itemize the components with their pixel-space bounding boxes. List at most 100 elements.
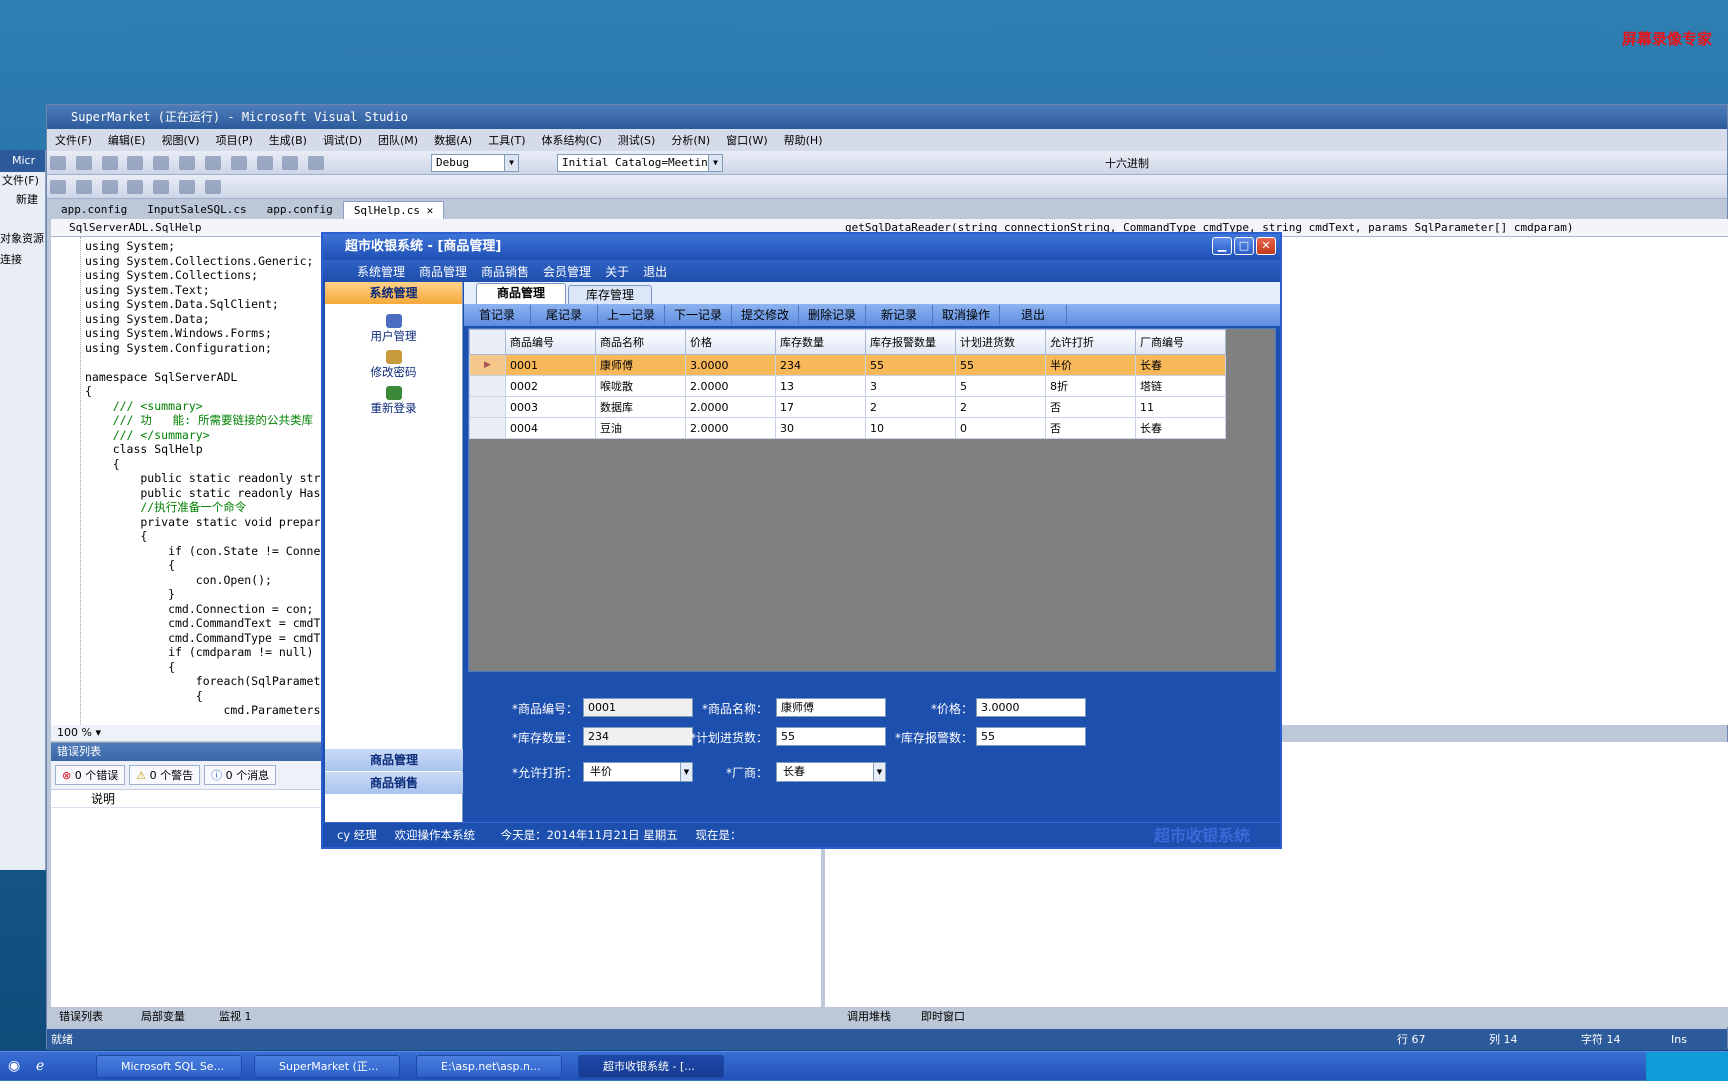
sidebar-header-sales[interactable]: 商品销售 — [325, 772, 463, 794]
class-nav-combo[interactable]: SqlServerADL.SqlHelp — [69, 219, 201, 237]
undo-icon[interactable] — [256, 156, 273, 170]
col-plan-qty[interactable]: 计划进货数 — [955, 329, 1046, 355]
prev-record-button[interactable]: 上一记录 — [598, 305, 665, 325]
vs-menu-view[interactable]: 视图(V) — [161, 132, 199, 148]
outdent-icon[interactable] — [204, 180, 221, 194]
warnings-filter-button[interactable]: ⚠ 0 个警告 — [129, 765, 201, 785]
table-cell[interactable]: 3 — [865, 375, 956, 397]
tab-error-list[interactable]: 错误列表 — [59, 1007, 103, 1027]
menu-sales[interactable]: 商品销售 — [481, 263, 529, 280]
vs-menu-file[interactable]: 文件(F) — [55, 132, 92, 148]
redo-icon[interactable] — [282, 156, 299, 170]
table-cell[interactable]: 数据库 — [595, 396, 686, 418]
toolbar-icon[interactable] — [75, 180, 92, 194]
vs-menu-build[interactable]: 生成(B) — [269, 132, 307, 148]
first-record-button[interactable]: 首记录 — [464, 305, 531, 325]
table-cell[interactable]: 长春 — [1135, 354, 1226, 376]
table-row[interactable]: 0003 数据库 2.0000 17 2 2 否 11 — [469, 396, 1226, 418]
vs-menu-data[interactable]: 数据(A) — [434, 132, 472, 148]
toolbar-icon[interactable] — [50, 180, 66, 194]
start-debug-icon[interactable] — [308, 156, 325, 170]
table-row[interactable]: ▶ 0001 康师傅 3.0000 234 55 55 半价 长春 — [469, 354, 1226, 376]
table-cell[interactable]: 2 — [955, 396, 1046, 418]
vs-menu-analyze[interactable]: 分析(N) — [671, 132, 710, 148]
tab-call-stack[interactable]: 调用堆栈 — [847, 1007, 891, 1027]
sidebar-item-relogin[interactable]: 重新登录 — [325, 386, 462, 416]
table-cell[interactable]: 30 — [775, 417, 866, 439]
next-record-button[interactable]: 下一记录 — [665, 305, 732, 325]
table-cell[interactable]: 康师傅 — [595, 354, 686, 376]
cut-icon[interactable] — [179, 156, 196, 170]
table-cell[interactable]: 2.0000 — [685, 417, 776, 439]
vs-menu-help[interactable]: 帮助(H) — [784, 132, 823, 148]
row-header[interactable] — [469, 417, 506, 439]
save-all-icon[interactable] — [153, 156, 170, 170]
col-vendor[interactable]: 厂商编号 — [1135, 329, 1226, 355]
vs-menu-team[interactable]: 团队(M) — [378, 132, 418, 148]
sql-server-window[interactable]: Micr 文件(F) 新建 对象资源 连接 — [0, 150, 46, 870]
sidebar-item-users[interactable]: 用户管理 — [325, 314, 462, 344]
row-selector-icon[interactable]: ▶ — [469, 354, 506, 376]
task-supermarket[interactable]: 超市收银系统 - [... — [578, 1055, 724, 1078]
task-sql-server[interactable]: Microsoft SQL Se... — [96, 1055, 242, 1078]
vs-menu-architecture[interactable]: 体系结构(C) — [542, 132, 602, 148]
table-row[interactable]: 0004 豆油 2.0000 30 10 0 否 长春 — [469, 417, 1226, 439]
sql-new-button[interactable]: 新建 — [0, 190, 45, 210]
tab-sqlhelp[interactable]: SqlHelp.cs ✕ — [342, 201, 445, 219]
maximize-button[interactable]: □ — [1234, 237, 1254, 255]
table-cell[interactable]: 55 — [955, 354, 1046, 376]
vendor-select[interactable]: 长春 ▼ — [776, 762, 886, 782]
exit-button[interactable]: 退出 — [1000, 305, 1067, 325]
connection-combo[interactable]: Initial Catalog=Meeting ▼ — [557, 154, 723, 172]
task-explorer[interactable]: E:\asp.net\asp.n... — [416, 1055, 562, 1078]
menu-goods[interactable]: 商品管理 — [419, 263, 467, 280]
table-cell[interactable]: 2.0000 — [685, 396, 776, 418]
price-field[interactable]: 3.0000 — [976, 698, 1086, 717]
open-file-icon[interactable] — [101, 156, 118, 170]
messages-filter-button[interactable]: ⓘ 0 个消息 — [204, 765, 277, 785]
goods-grid[interactable]: 商品编号 商品名称 价格 库存数量 库存报警数量 计划进货数 允许打折 厂商编号… — [468, 328, 1276, 672]
task-visual-studio[interactable]: SuperMarket (正... — [254, 1055, 400, 1078]
table-cell[interactable]: 10 — [865, 417, 956, 439]
table-cell[interactable]: 0001 — [505, 354, 596, 376]
cancel-button[interactable]: 取消操作 — [933, 305, 1000, 325]
toolbar-icon[interactable] — [127, 180, 144, 194]
paste-icon[interactable] — [230, 156, 247, 170]
sql-file-menu[interactable]: 文件(F) — [0, 172, 45, 190]
table-cell[interactable]: 0 — [955, 417, 1046, 439]
new-project-icon[interactable] — [50, 156, 66, 170]
new-record-button[interactable]: 新记录 — [866, 305, 933, 325]
table-cell[interactable]: 3.0000 — [685, 354, 776, 376]
table-cell[interactable]: 5 — [955, 375, 1046, 397]
minimize-button[interactable]: ▁ — [1212, 237, 1232, 255]
tab-goods-management[interactable]: 商品管理 — [476, 283, 566, 304]
table-cell[interactable]: 0003 — [505, 396, 596, 418]
tab-app-config-2[interactable]: app.config — [257, 201, 343, 219]
vs-menu-test[interactable]: 测试(S) — [618, 132, 656, 148]
toolbar-icon[interactable] — [153, 180, 170, 194]
col-discount[interactable]: 允许打折 — [1045, 329, 1136, 355]
sidebar-header-system[interactable]: 系统管理 — [325, 282, 462, 304]
row-header[interactable] — [469, 396, 506, 418]
table-row[interactable]: 0002 喉咙散 2.0000 13 3 5 8折 塔链 — [469, 375, 1226, 397]
table-cell[interactable]: 2.0000 — [685, 375, 776, 397]
table-cell[interactable]: 11 — [1135, 396, 1226, 418]
errors-filter-button[interactable]: ⊗ 0 个错误 — [55, 765, 126, 785]
sidebar-item-password[interactable]: 修改密码 — [325, 350, 462, 380]
vs-menu-debug[interactable]: 调试(D) — [323, 132, 362, 148]
table-cell[interactable]: 否 — [1045, 417, 1136, 439]
table-cell[interactable]: 13 — [775, 375, 866, 397]
sidebar-header-goods[interactable]: 商品管理 — [325, 749, 463, 771]
tab-watch[interactable]: 监视 1 — [219, 1007, 252, 1027]
col-goods-name[interactable]: 商品名称 — [595, 329, 686, 355]
vs-menu-window[interactable]: 窗口(W) — [726, 132, 767, 148]
col-stock-alarm[interactable]: 库存报警数量 — [865, 329, 956, 355]
tab-inputsalesql[interactable]: InputSaleSQL.cs — [137, 201, 256, 219]
save-icon[interactable] — [127, 156, 144, 170]
table-cell[interactable]: 否 — [1045, 396, 1136, 418]
table-cell[interactable]: 半价 — [1045, 354, 1136, 376]
tab-immediate[interactable]: 即时窗口 — [921, 1007, 965, 1027]
table-cell[interactable]: 喉咙散 — [595, 375, 686, 397]
tab-app-config[interactable]: app.config — [51, 201, 137, 219]
system-tray[interactable] — [1646, 1052, 1728, 1081]
